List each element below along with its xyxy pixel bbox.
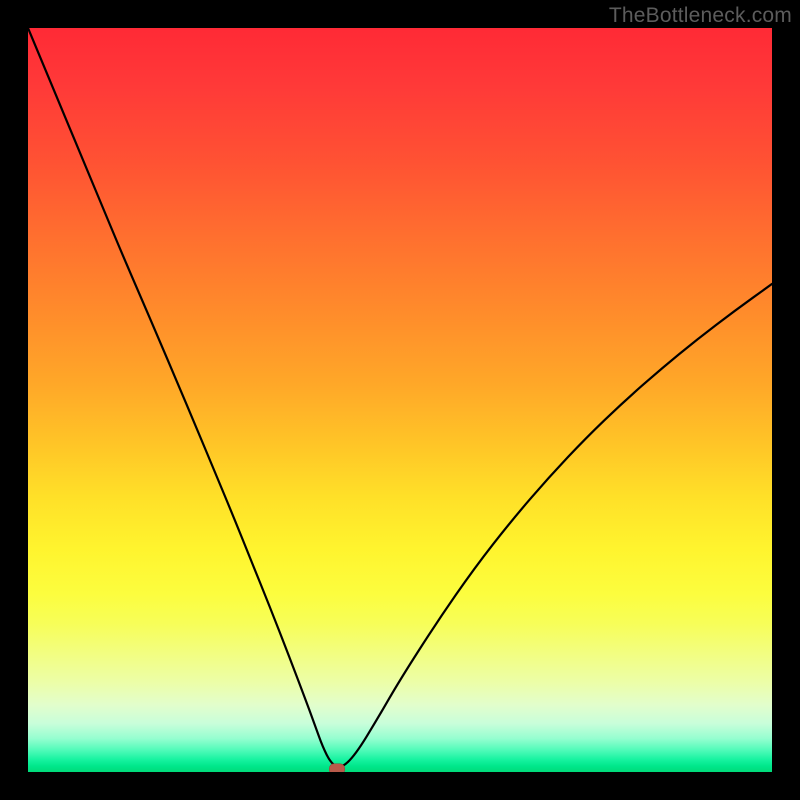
chart-frame: TheBottleneck.com xyxy=(0,0,800,800)
trough-marker xyxy=(329,764,345,772)
attribution-text: TheBottleneck.com xyxy=(609,4,792,28)
curve-svg xyxy=(28,28,772,772)
bottleneck-curve xyxy=(28,28,772,767)
plot-area xyxy=(28,28,772,772)
